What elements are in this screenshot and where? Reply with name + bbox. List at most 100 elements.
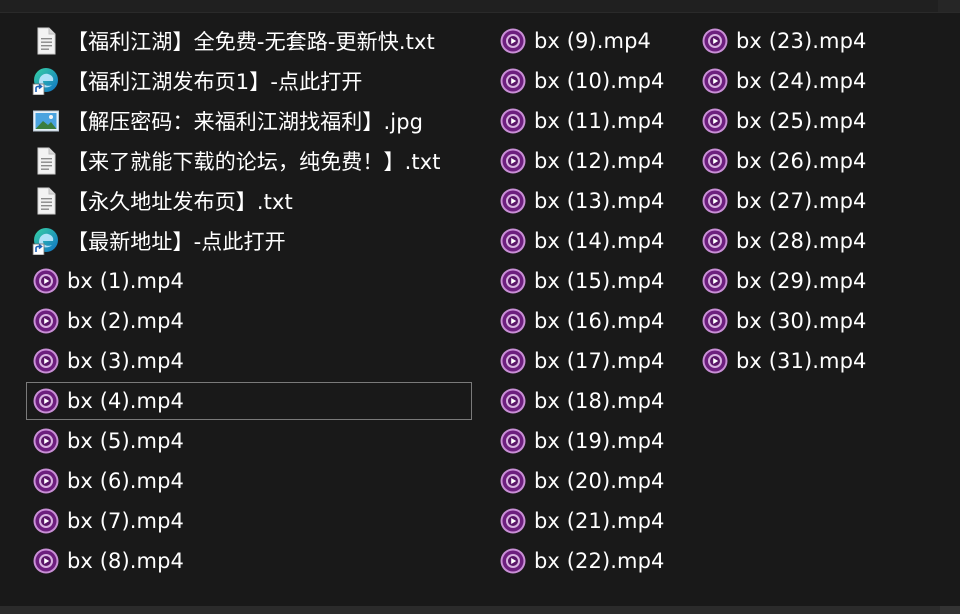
file-item[interactable]: bx (21).mp4	[493, 502, 689, 540]
media-player-icon	[499, 427, 527, 455]
media-player-icon	[32, 347, 60, 375]
file-name-label: bx (16).mp4	[534, 309, 665, 333]
file-column-2: bx (9).mp4 bx (10).mp4 bx (11).mp4 bx (12).…	[493, 22, 689, 582]
file-item[interactable]: bx (19).mp4	[493, 422, 689, 460]
text-file-icon	[32, 187, 60, 215]
file-name-label: 【福利江湖】全免费-无套路-更新快.txt	[67, 30, 435, 54]
file-column-1: 【福利江湖】全免费-无套路-更新快.txt 【福利江湖发布页1】-点此打开【解压密…	[26, 22, 472, 582]
file-item[interactable]: bx (15).mp4	[493, 262, 689, 300]
file-item[interactable]: bx (9).mp4	[493, 22, 689, 60]
file-item[interactable]: bx (12).mp4	[493, 142, 689, 180]
file-name-label: bx (5).mp4	[67, 429, 185, 453]
file-name-label: bx (26).mp4	[736, 149, 867, 173]
file-item[interactable]: bx (3).mp4	[26, 342, 472, 380]
media-player-icon	[499, 267, 527, 295]
media-player-icon	[701, 267, 729, 295]
file-item[interactable]: bx (25).mp4	[695, 102, 895, 140]
file-name-label: bx (3).mp4	[67, 349, 185, 373]
file-item[interactable]: bx (8).mp4	[26, 542, 472, 580]
media-player-icon	[701, 307, 729, 335]
media-player-icon	[499, 347, 527, 375]
text-file-icon	[32, 147, 60, 175]
file-item[interactable]: bx (18).mp4	[493, 382, 689, 420]
file-name-label: bx (20).mp4	[534, 469, 665, 493]
file-item[interactable]: 【永久地址发布页】.txt	[26, 182, 472, 220]
media-player-icon	[499, 187, 527, 215]
media-player-icon	[499, 147, 527, 175]
media-player-icon	[499, 27, 527, 55]
file-item[interactable]: bx (2).mp4	[26, 302, 472, 340]
file-name-label: 【解压密码：来福利江湖找福利】.jpg	[67, 110, 424, 134]
horizontal-scrollbar[interactable]	[0, 606, 960, 614]
file-name-label: bx (22).mp4	[534, 549, 665, 573]
file-item[interactable]: bx (24).mp4	[695, 62, 895, 100]
file-name-label: bx (24).mp4	[736, 69, 867, 93]
file-item[interactable]: bx (7).mp4	[26, 502, 472, 540]
file-name-label: 【福利江湖发布页1】-点此打开	[67, 70, 363, 94]
file-item[interactable]: bx (11).mp4	[493, 102, 689, 140]
file-name-label: bx (28).mp4	[736, 229, 867, 253]
media-player-icon	[701, 27, 729, 55]
media-player-icon	[499, 547, 527, 575]
file-item[interactable]: bx (30).mp4	[695, 302, 895, 340]
file-name-label: bx (8).mp4	[67, 549, 185, 573]
media-player-icon	[499, 227, 527, 255]
media-player-icon	[499, 387, 527, 415]
file-name-label: bx (1).mp4	[67, 269, 185, 293]
file-item[interactable]: bx (6).mp4	[26, 462, 472, 500]
file-name-label: 【来了就能下载的论坛，纯免费！】.txt	[67, 150, 441, 174]
file-item[interactable]: bx (31).mp4	[695, 342, 895, 380]
file-name-label: bx (6).mp4	[67, 469, 185, 493]
file-item[interactable]: bx (17).mp4	[493, 342, 689, 380]
file-item[interactable]: bx (28).mp4	[695, 222, 895, 260]
media-player-icon	[701, 67, 729, 95]
media-player-icon	[499, 67, 527, 95]
media-player-icon	[701, 347, 729, 375]
file-name-label: bx (29).mp4	[736, 269, 867, 293]
media-player-icon	[32, 427, 60, 455]
file-name-label: bx (14).mp4	[534, 229, 665, 253]
media-player-icon	[32, 387, 60, 415]
file-item[interactable]: bx (22).mp4	[493, 542, 689, 580]
file-name-label: 【最新地址】-点此打开	[67, 230, 286, 254]
file-item[interactable]: bx (1).mp4	[26, 262, 472, 300]
file-item[interactable]: bx (16).mp4	[493, 302, 689, 340]
file-item[interactable]: bx (27).mp4	[695, 182, 895, 220]
file-item[interactable]: 【解压密码：来福利江湖找福利】.jpg	[26, 102, 472, 140]
file-item[interactable]: bx (20).mp4	[493, 462, 689, 500]
media-player-icon	[701, 187, 729, 215]
file-name-label: bx (13).mp4	[534, 189, 665, 213]
edge-shortcut-icon	[32, 227, 60, 255]
file-item[interactable]: bx (26).mp4	[695, 142, 895, 180]
file-item[interactable]: bx (10).mp4	[493, 62, 689, 100]
media-player-icon	[32, 307, 60, 335]
media-player-icon	[32, 507, 60, 535]
file-item[interactable]: bx (13).mp4	[493, 182, 689, 220]
file-item[interactable]: 【最新地址】-点此打开	[26, 222, 472, 260]
file-item[interactable]: 【福利江湖发布页1】-点此打开	[26, 62, 472, 100]
file-explorer-window: 【福利江湖】全免费-无套路-更新快.txt 【福利江湖发布页1】-点此打开【解压密…	[0, 0, 960, 614]
media-player-icon	[701, 107, 729, 135]
file-name-label: bx (9).mp4	[534, 29, 652, 53]
file-name-label: bx (27).mp4	[736, 189, 867, 213]
file-item[interactable]: bx (14).mp4	[493, 222, 689, 260]
media-player-icon	[32, 267, 60, 295]
file-name-label: bx (30).mp4	[736, 309, 867, 333]
file-item[interactable]: bx (23).mp4	[695, 22, 895, 60]
media-player-icon	[499, 507, 527, 535]
media-player-icon	[32, 467, 60, 495]
file-item[interactable]: bx (4).mp4	[26, 382, 472, 420]
media-player-icon	[499, 467, 527, 495]
file-item[interactable]: 【来了就能下载的论坛，纯免费！】.txt	[26, 142, 472, 180]
file-name-label: bx (23).mp4	[736, 29, 867, 53]
file-name-label: bx (7).mp4	[67, 509, 185, 533]
file-item[interactable]: bx (5).mp4	[26, 422, 472, 460]
file-name-label: bx (31).mp4	[736, 349, 867, 373]
file-name-label: bx (10).mp4	[534, 69, 665, 93]
file-item[interactable]: 【福利江湖】全免费-无套路-更新快.txt	[26, 22, 472, 60]
file-column-3: bx (23).mp4 bx (24).mp4 bx (25).mp4 bx (26)…	[695, 22, 895, 382]
file-name-label: bx (25).mp4	[736, 109, 867, 133]
file-item[interactable]: bx (29).mp4	[695, 262, 895, 300]
media-player-icon	[701, 147, 729, 175]
file-name-label: bx (2).mp4	[67, 309, 185, 333]
